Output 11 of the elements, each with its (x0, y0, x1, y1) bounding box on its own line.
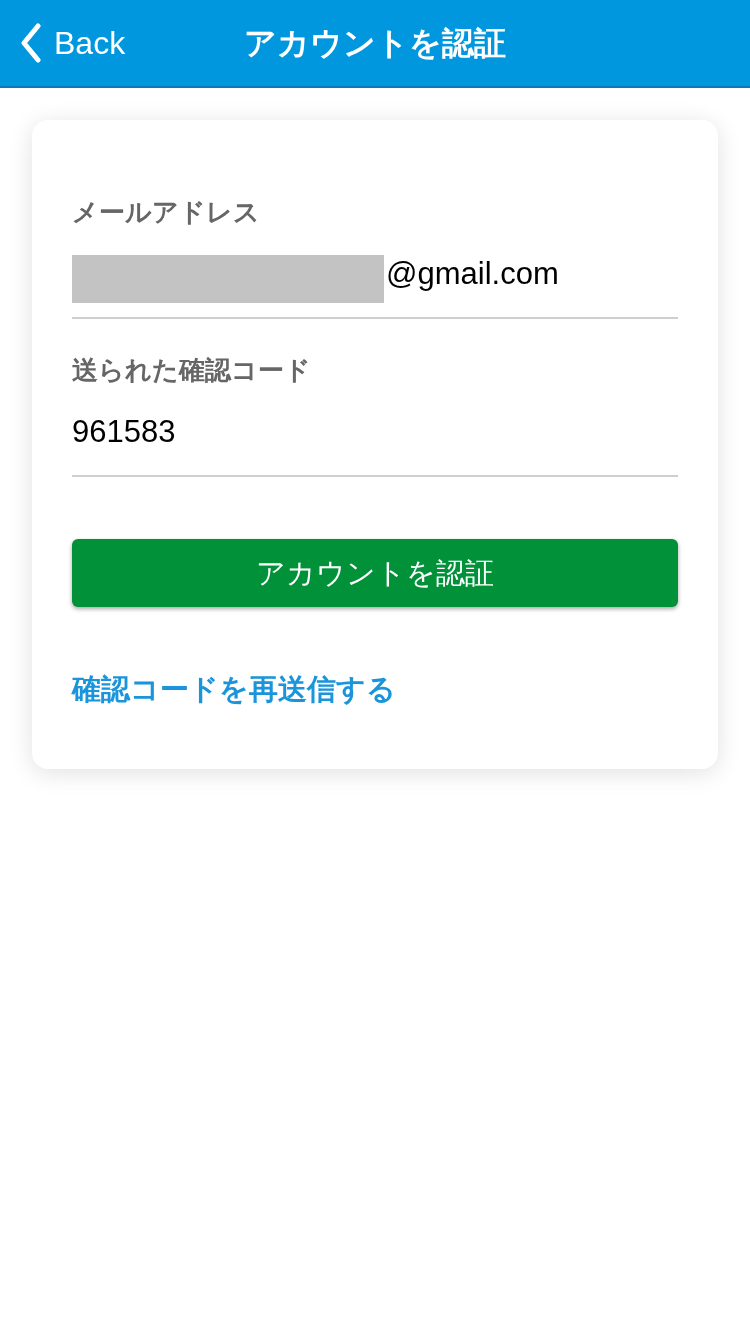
field-label: メールアドレス (72, 199, 260, 225)
field-value: 961583 (72, 416, 176, 447)
page-title: アカウントを認証 (244, 27, 506, 59)
resend-code-link[interactable]: 確認コードを再送信する (72, 675, 396, 704)
field-value: @gmail.com (386, 258, 559, 289)
chevron-left-icon (20, 23, 42, 63)
input-field[interactable]: @gmail.com (72, 245, 678, 319)
back-button[interactable]: Back (0, 0, 126, 86)
input-field[interactable]: 961583 (72, 403, 678, 477)
field-label: 送られた確認コード (72, 357, 311, 383)
verify-account-button[interactable]: アカウントを認証 (72, 539, 678, 607)
